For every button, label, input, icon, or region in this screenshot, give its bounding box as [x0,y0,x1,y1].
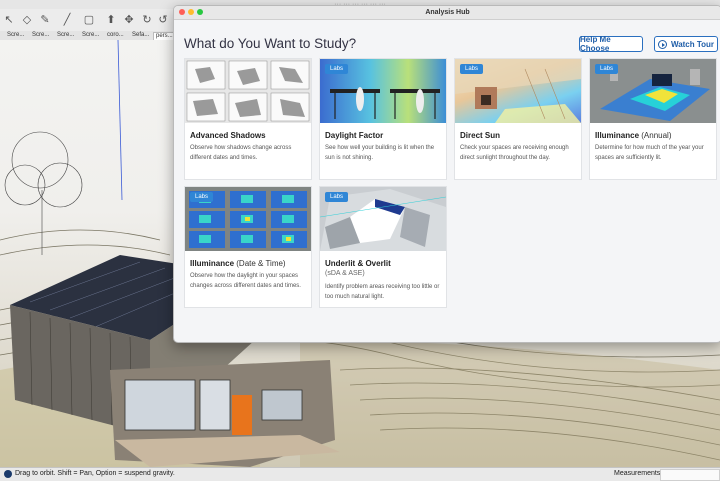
study-card-advanced-shadows[interactable]: Advanced Shadows Observe how shadows cha… [184,58,312,180]
labs-badge: Labs [595,64,619,74]
card-title-main: Illuminance [190,259,235,268]
scene-tab[interactable]: Scre... [5,32,26,39]
watch-tour-button[interactable]: Watch Tour [654,36,718,52]
scene-tab[interactable]: coro... [105,32,126,39]
card-thumbnail: Labs [590,59,716,123]
play-icon [657,39,667,49]
measurements-input[interactable] [660,469,720,481]
card-title: Direct Sun [460,131,501,140]
card-description: Check your spaces are receiving enough d… [460,145,569,161]
study-card-direct-sun[interactable]: Labs Direct Sun Check your spaces are re… [454,58,582,180]
status-bar: Drag to orbit. Shift = Pan, Option = sus… [0,467,720,481]
page-title: What do You Want to Study? [184,36,357,51]
scene-tab[interactable]: Scre... [80,32,101,39]
labs-badge: Labs [325,64,349,74]
study-card-illuminance-date-time[interactable]: Labs Illuminance (Date & Time) Observe h… [184,186,312,308]
card-title: Underlit & Overlit [325,259,391,268]
scene-tab[interactable]: Sefa... [130,32,151,39]
help-me-choose-label: Help Me Choose [580,35,611,53]
study-card-illuminance-annual[interactable]: Labs Illuminance (Annual) Determine for … [589,58,717,180]
eraser-icon[interactable]: ◇ [20,12,34,26]
status-hint: Drag to orbit. Shift = Pan, Option = sus… [15,470,175,477]
rotate-icon[interactable]: ↻ [140,12,154,26]
card-description: Determine for how much of the year your … [595,145,704,161]
card-title: Illuminance (Annual) [595,131,672,140]
card-subtitle: (sDA & ASE) [325,270,365,277]
card-title-main: Illuminance [595,131,640,140]
labs-badge: Labs [190,192,214,202]
dialog-title: Analysis Hub [425,9,470,16]
pencil-icon[interactable]: ✎ [38,12,52,26]
analysis-hub-dialog: Analysis Hub What do You Want to Study? … [173,5,720,343]
refresh-icon[interactable]: ↺ [156,12,170,26]
card-thumbnail: Labs [320,187,446,251]
watch-tour-label: Watch Tour [670,39,715,49]
labs-badge: Labs [325,192,349,202]
card-thumbnail [185,59,311,123]
card-title: Advanced Shadows [190,131,266,140]
push-pull-icon[interactable]: ⬆ [104,12,118,26]
card-title-qualifier: (Date & Time) [236,259,286,268]
study-card-underlit-overlit[interactable]: Labs Underlit & Overlit (sDA & ASE) Iden… [319,186,447,308]
select-icon[interactable]: ↖ [2,12,16,26]
dialog-titlebar: Analysis Hub [174,6,720,20]
move-icon[interactable]: ✥ [122,12,136,26]
card-thumbnail: Labs [455,59,581,123]
card-description: Observe how the daylight in your spaces … [190,273,301,289]
study-card-daylight-factor[interactable]: Labs Daylight Factor See how well your b… [319,58,447,180]
status-info-icon [4,470,12,478]
line-icon[interactable]: ╱ [60,12,74,26]
card-title-qualifier: (Annual) [641,131,672,140]
card-thumbnail: Labs [320,59,446,123]
card-title: Daylight Factor [325,131,384,140]
measurements-label: Measurements [614,470,661,477]
card-description: Observe how shadows change across differ… [190,145,292,161]
card-thumbnail: Labs [185,187,311,251]
help-me-choose-button[interactable]: Help Me Choose [579,35,643,53]
card-description: See how well your building is lit when t… [325,145,435,161]
shape-icon[interactable]: ▢ [82,12,96,26]
labs-badge: Labs [460,64,484,74]
card-description: Identify problem areas receiving too lit… [325,284,440,300]
scene-tab[interactable]: Scre... [30,32,51,39]
scene-tab[interactable]: Scre... [55,32,76,39]
card-title: Illuminance (Date & Time) [190,259,286,268]
